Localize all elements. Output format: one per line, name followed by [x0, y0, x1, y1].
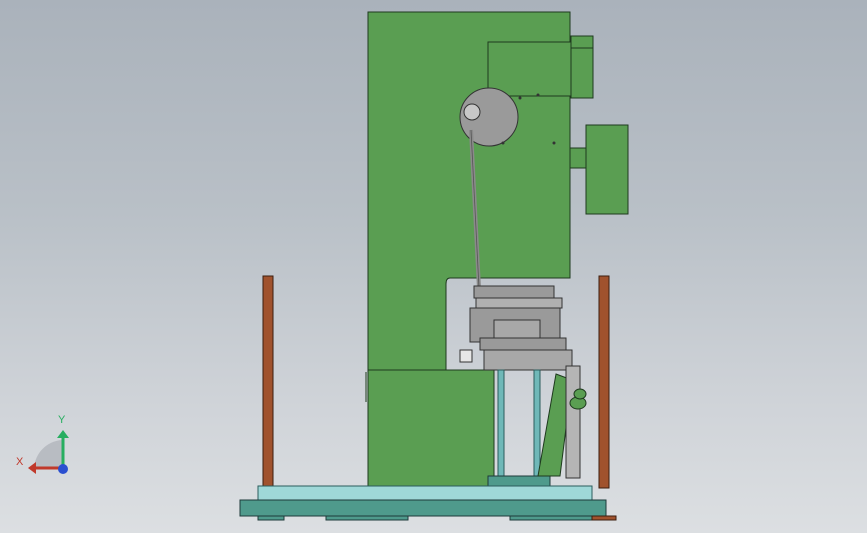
side-block-connector[interactable] — [569, 147, 587, 169]
base-foot-left[interactable] — [257, 515, 285, 521]
motor-endcap[interactable] — [570, 35, 594, 99]
guide-rod-right[interactable] — [533, 369, 541, 477]
coordinate-triad — [28, 430, 69, 474]
right-post[interactable] — [598, 275, 610, 489]
base-plate[interactable] — [239, 499, 607, 517]
base-foot-mid[interactable] — [325, 515, 409, 521]
guide-rod-left[interactable] — [497, 369, 505, 477]
motor-box[interactable] — [487, 41, 573, 97]
cad-viewport[interactable]: X Y — [0, 0, 867, 533]
chute-support[interactable] — [565, 365, 581, 479]
axis-y-label: Y — [58, 414, 66, 426]
z-axis-dot — [58, 464, 68, 474]
bed-plate[interactable] — [487, 475, 551, 487]
ram-assembly[interactable] — [459, 285, 573, 371]
press-machine-model[interactable] — [0, 0, 867, 533]
press-frame-lower[interactable] — [367, 369, 495, 487]
side-block[interactable] — [585, 124, 629, 215]
base-foot-right[interactable] — [509, 515, 595, 521]
left-post[interactable] — [262, 275, 274, 489]
top-rail[interactable] — [257, 485, 593, 501]
axis-x-label: X — [16, 456, 24, 468]
